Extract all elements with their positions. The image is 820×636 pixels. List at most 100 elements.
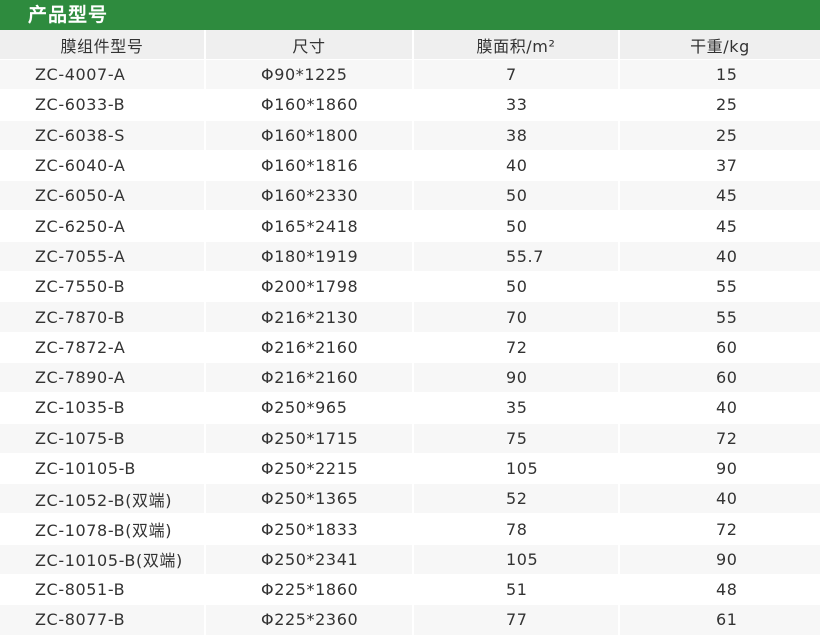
cell-dry-weight: 48 — [620, 575, 820, 606]
cell-size: Φ160*1800 — [206, 120, 414, 151]
table-row: ZC-6040-A Φ160*1816 40 37 — [0, 150, 820, 182]
cell-membrane-area: 105 — [414, 453, 620, 485]
cell-model: ZC-7550-B — [0, 272, 206, 303]
cell-model: ZC-8051-B — [0, 575, 206, 606]
cell-membrane-area: 55.7 — [414, 241, 620, 273]
cell-size: Φ165*2418 — [206, 211, 414, 242]
column-header-dry-weight: 干重/kg — [620, 30, 820, 60]
cell-membrane-area: 52 — [414, 484, 620, 515]
cell-membrane-area: 70 — [414, 302, 620, 333]
cell-dry-weight: 45 — [620, 211, 820, 242]
cell-dry-weight: 72 — [620, 423, 820, 454]
table-row: ZC-4007-A Φ90*1225 7 15 — [0, 60, 820, 91]
cell-model: ZC-10105-B — [0, 453, 206, 485]
cell-membrane-area: 77 — [414, 605, 620, 636]
cell-size: Φ250*2341 — [206, 544, 414, 576]
section-title: 产品型号 — [0, 0, 820, 30]
cell-dry-weight: 25 — [620, 90, 820, 121]
cell-dry-weight: 40 — [620, 393, 820, 424]
table-row: ZC-1078-B(双端) Φ250*1833 78 72 — [0, 514, 820, 545]
cell-model: ZC-6040-A — [0, 150, 206, 182]
cell-membrane-area: 50 — [414, 181, 620, 212]
cell-dry-weight: 45 — [620, 181, 820, 212]
column-header-model: 膜组件型号 — [0, 30, 206, 60]
cell-size: Φ216*2160 — [206, 332, 414, 363]
cell-size: Φ160*2330 — [206, 181, 414, 212]
cell-model: ZC-6038-S — [0, 120, 206, 151]
cell-dry-weight: 55 — [620, 272, 820, 303]
cell-model: ZC-7870-B — [0, 302, 206, 333]
table-body: ZC-4007-A Φ90*1225 7 15 ZC-6033-B Φ160*1860 33… — [0, 60, 820, 636]
cell-model: ZC-1075-B — [0, 423, 206, 454]
cell-size: Φ225*2360 — [206, 605, 414, 636]
cell-model: ZC-1035-B — [0, 393, 206, 424]
cell-model: ZC-6250-A — [0, 211, 206, 242]
cell-membrane-area: 7 — [414, 60, 620, 91]
table-header-row: 膜组件型号 尺寸 膜面积/m² 干重/kg — [0, 30, 820, 60]
cell-dry-weight: 61 — [620, 605, 820, 636]
table-row: ZC-10105-B(双端) Φ250*2341 105 90 — [0, 544, 820, 576]
table-row: ZC-6033-B Φ160*1860 33 25 — [0, 90, 820, 121]
cell-model: ZC-1052-B(双端) — [0, 484, 206, 515]
table-row: ZC-6038-S Φ160*1800 38 25 — [0, 120, 820, 151]
cell-membrane-area: 40 — [414, 150, 620, 182]
cell-size: Φ160*1860 — [206, 90, 414, 121]
cell-size: Φ250*2215 — [206, 453, 414, 485]
table-row: ZC-1052-B(双端) Φ250*1365 52 40 — [0, 484, 820, 515]
cell-model: ZC-8077-B — [0, 605, 206, 636]
cell-model: ZC-6033-B — [0, 90, 206, 121]
cell-membrane-area: 105 — [414, 544, 620, 576]
column-header-membrane-area: 膜面积/m² — [414, 30, 620, 60]
cell-membrane-area: 33 — [414, 90, 620, 121]
cell-membrane-area: 35 — [414, 393, 620, 424]
table-row: ZC-6250-A Φ165*2418 50 45 — [0, 211, 820, 242]
cell-dry-weight: 90 — [620, 453, 820, 485]
cell-dry-weight: 72 — [620, 514, 820, 545]
column-header-size: 尺寸 — [206, 30, 414, 60]
table-row: ZC-7890-A Φ216*2160 90 60 — [0, 362, 820, 394]
table-row: ZC-10105-B Φ250*2215 105 90 — [0, 453, 820, 485]
table-row: ZC-7055-A Φ180*1919 55.7 40 — [0, 241, 820, 273]
cell-size: Φ225*1860 — [206, 575, 414, 606]
table-row: ZC-8051-B Φ225*1860 51 48 — [0, 575, 820, 606]
table-row: ZC-1035-B Φ250*965 35 40 — [0, 393, 820, 424]
cell-dry-weight: 60 — [620, 332, 820, 363]
cell-model: ZC-1078-B(双端) — [0, 514, 206, 545]
table-row: ZC-8077-B Φ225*2360 77 61 — [0, 605, 820, 636]
cell-size: Φ160*1816 — [206, 150, 414, 182]
cell-size: Φ250*1715 — [206, 423, 414, 454]
cell-size: Φ250*965 — [206, 393, 414, 424]
table-row: ZC-7872-A Φ216*2160 72 60 — [0, 332, 820, 363]
cell-dry-weight: 15 — [620, 60, 820, 91]
cell-size: Φ250*1365 — [206, 484, 414, 515]
cell-dry-weight: 55 — [620, 302, 820, 333]
cell-model: ZC-6050-A — [0, 181, 206, 212]
table-row: ZC-7550-B Φ200*1798 50 55 — [0, 272, 820, 303]
cell-membrane-area: 75 — [414, 423, 620, 454]
cell-model: ZC-7872-A — [0, 332, 206, 363]
cell-membrane-area: 72 — [414, 332, 620, 363]
cell-dry-weight: 25 — [620, 120, 820, 151]
cell-dry-weight: 37 — [620, 150, 820, 182]
cell-size: Φ200*1798 — [206, 272, 414, 303]
cell-size: Φ180*1919 — [206, 241, 414, 273]
cell-model: ZC-4007-A — [0, 60, 206, 91]
cell-size: Φ90*1225 — [206, 60, 414, 91]
table-row: ZC-6050-A Φ160*2330 50 45 — [0, 181, 820, 212]
cell-size: Φ216*2130 — [206, 302, 414, 333]
cell-membrane-area: 90 — [414, 362, 620, 394]
cell-model: ZC-7890-A — [0, 362, 206, 394]
cell-membrane-area: 50 — [414, 272, 620, 303]
cell-dry-weight: 40 — [620, 484, 820, 515]
cell-model: ZC-10105-B(双端) — [0, 544, 206, 576]
cell-dry-weight: 40 — [620, 241, 820, 273]
cell-size: Φ250*1833 — [206, 514, 414, 545]
table-row: ZC-7870-B Φ216*2130 70 55 — [0, 302, 820, 333]
product-spec-table: 膜组件型号 尺寸 膜面积/m² 干重/kg ZC-4007-A Φ90*1225 7… — [0, 30, 820, 636]
cell-membrane-area: 78 — [414, 514, 620, 545]
cell-dry-weight: 60 — [620, 362, 820, 394]
table-row: ZC-1075-B Φ250*1715 75 72 — [0, 423, 820, 454]
cell-membrane-area: 38 — [414, 120, 620, 151]
cell-membrane-area: 51 — [414, 575, 620, 606]
cell-size: Φ216*2160 — [206, 362, 414, 394]
